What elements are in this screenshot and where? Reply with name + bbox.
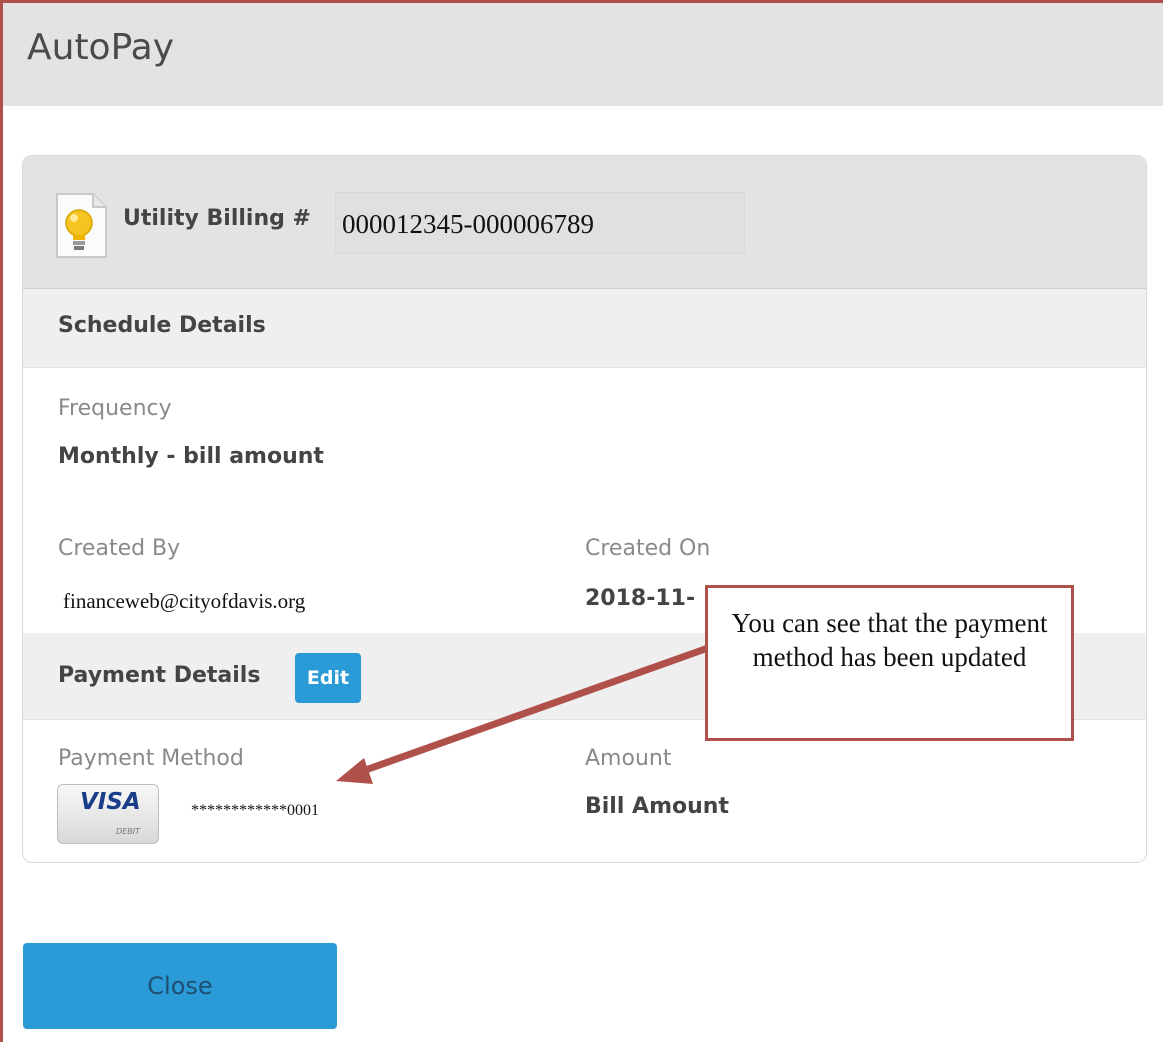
billing-header: Utility Billing # 000012345-000006789	[23, 156, 1146, 289]
visa-brand-text: VISA	[80, 789, 141, 815]
visa-debit-text: DEBIT	[116, 827, 140, 836]
visa-card-icon: VISA DEBIT	[57, 784, 159, 844]
amount-label: Amount	[585, 746, 672, 771]
payment-method-label: Payment Method	[58, 746, 244, 771]
payment-details-title: Payment Details	[58, 663, 261, 688]
billing-number: 000012345-000006789	[335, 192, 745, 254]
header-bar: AutoPay	[3, 3, 1163, 106]
frame-left-border	[0, 0, 3, 1042]
created-by-label: Created By	[58, 536, 181, 561]
created-by-value: financeweb@cityofdavis.org	[63, 589, 306, 613]
page-title: AutoPay	[27, 27, 175, 68]
schedule-details-title: Schedule Details	[58, 313, 266, 338]
close-button[interactable]: Close	[23, 943, 337, 1029]
frequency-value: Monthly - bill amount	[58, 444, 324, 469]
billing-label: Utility Billing #	[123, 206, 311, 231]
amount-value: Bill Amount	[585, 794, 729, 819]
lightbulb-document-icon	[56, 193, 107, 258]
annotation-callout: You can see that the payment method has …	[705, 585, 1074, 741]
created-on-label: Created On	[585, 536, 711, 561]
edit-payment-button[interactable]: Edit	[295, 653, 361, 703]
frequency-label: Frequency	[58, 396, 172, 421]
schedule-details-header: Schedule Details	[23, 289, 1146, 368]
autopay-card: Utility Billing # 000012345-000006789 Sc…	[22, 155, 1147, 863]
card-number: ************0001	[191, 802, 319, 819]
autopay-page: AutoPay Utility Billing # 000012345-0000…	[0, 0, 1163, 1042]
created-on-value: 2018-11-	[585, 586, 696, 611]
